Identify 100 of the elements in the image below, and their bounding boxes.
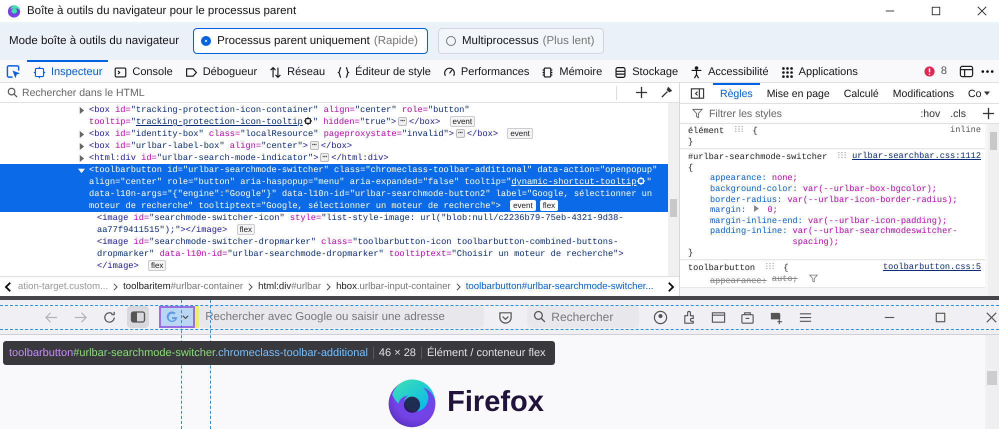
stylesheet-link[interactable]: urlbar-searchbar.css:1112 — [852, 151, 981, 162]
expand-content-button[interactable]: ⋯ — [310, 141, 319, 150]
property-value[interactable]: var(--urlbar-searchmodeswitcher-spacing); — [792, 226, 975, 248]
tooltip-link[interactable]: dynamic-shortcut-tooltip — [511, 177, 636, 187]
breadcrumb[interactable]: toolbaritem#urlbar-container — [123, 281, 244, 292]
property-name[interactable]: margin-inline-end: — [710, 216, 803, 226]
layout-icon[interactable] — [959, 64, 974, 78]
tooltip-link[interactable]: tracking-protection-icon-tooltip — [136, 117, 303, 127]
filter-icon[interactable] — [808, 274, 818, 283]
property-name[interactable]: appearance: — [710, 276, 767, 286]
toolbox-tab[interactable]: Accessibilité — [684, 60, 775, 82]
briefcase-icon[interactable] — [740, 310, 756, 324]
dropdown-arrow-icon[interactable] — [984, 90, 990, 96]
markup-node[interactable]: <box id="urlbar-label-box" align="center"> ⋯ </box> — [0, 140, 668, 152]
panel-toggle-icon[interactable] — [690, 86, 705, 100]
maximize-icon[interactable] — [933, 310, 948, 324]
rule-brace: { — [752, 126, 758, 136]
expand-arrow-icon[interactable] — [78, 131, 85, 138]
property-value[interactable]: none; — [772, 173, 798, 184]
property-value[interactable]: var(--urlbar-box-bgcolor); — [802, 184, 937, 195]
node-badge[interactable]: event — [507, 128, 533, 139]
sidebar-tab[interactable]: Mise en page — [760, 83, 837, 103]
filter-icon — [692, 108, 703, 119]
toolbox-tab[interactable]: Mémoire — [535, 60, 608, 82]
property-name[interactable]: background-color: — [710, 184, 798, 194]
mode-option[interactable]: Multiprocessus (Plus lent) — [438, 28, 604, 54]
toolbox-tab[interactable]: Applications — [774, 60, 864, 82]
property-value[interactable]: var(--urlbar-icon-border-radius); — [787, 194, 958, 206]
close-icon[interactable] — [977, 6, 987, 16]
error-icon[interactable] — [924, 66, 935, 76]
expand-content-button[interactable]: ⋯ — [398, 117, 408, 126]
scroll-right-icon[interactable] — [666, 280, 675, 292]
property-name[interactable]: border-radius: — [710, 194, 782, 205]
account-icon[interactable] — [653, 310, 668, 324]
sidebar-tab[interactable]: Modifications — [886, 83, 962, 103]
hover-state-button[interactable]: :hov — [918, 108, 942, 120]
expand-content-button[interactable]: ⋯ — [320, 153, 330, 162]
toolbox-tab[interactable]: Console — [108, 60, 179, 82]
error-count[interactable]: 8 — [940, 65, 947, 77]
breadcrumb[interactable]: html:div#urlbar — [258, 281, 322, 292]
collapse-arrow-icon[interactable] — [78, 167, 85, 174]
dots-grid-icon[interactable] — [838, 151, 846, 160]
expand-arrow-icon[interactable] — [78, 143, 85, 150]
dots-grid-icon[interactable] — [766, 262, 774, 270]
sidebar-tab[interactable]: Calculé — [836, 83, 886, 103]
property-name[interactable]: appearance: — [710, 173, 767, 184]
markup-node[interactable]: <html:div id="urlbar-search-mode-indicator"> ⋯ </html:div> — [0, 152, 668, 164]
stylesheet-link[interactable]: toolbarbutton.css:5 — [883, 262, 981, 273]
reload-icon[interactable] — [102, 310, 117, 324]
node-badge[interactable]: flex — [540, 200, 558, 211]
scrollbar[interactable] — [985, 335, 999, 429]
property-value[interactable]: 0; — [767, 205, 778, 216]
toolbox-tab[interactable]: Performances — [436, 60, 536, 82]
close-icon[interactable] — [984, 310, 999, 324]
node-badge[interactable]: flex — [148, 260, 166, 271]
add-rule-icon[interactable] — [982, 107, 995, 120]
toolbox-tab[interactable]: Inspecteur — [27, 60, 108, 82]
maximize-icon[interactable] — [931, 6, 941, 16]
toolbox-tab[interactable]: Stockage — [608, 60, 684, 82]
node-badge[interactable]: flex — [236, 224, 256, 235]
dots-grid-icon — [780, 66, 794, 78]
search-field[interactable]: Rechercher — [527, 306, 640, 328]
scroll-left-icon[interactable] — [4, 280, 13, 292]
target-icon[interactable] — [304, 117, 312, 125]
mode-option[interactable]: Processus parent uniquement (Rapide) — [193, 28, 428, 54]
element-picker-icon[interactable] — [6, 64, 21, 78]
expand-arrow-icon[interactable] — [78, 155, 85, 162]
toolbox-tab[interactable]: Éditeur de style — [331, 60, 437, 82]
sidebar-tab[interactable]: Co — [961, 83, 988, 103]
chevron-icon — [113, 282, 118, 290]
dots-grid-icon[interactable] — [735, 125, 744, 133]
toolbox-tab[interactable]: Débogueur — [178, 60, 264, 82]
node-badge[interactable]: event — [510, 200, 536, 211]
add-icon[interactable] — [635, 86, 648, 99]
eyedropper-icon[interactable] — [660, 86, 673, 99]
url-field[interactable]: Rechercher avec Google ou saisir une adresse — [199, 306, 484, 328]
html-code: <image id="searchmode-switcher-icon" style="list-style-image: url("blob:null/c2236b79-75eb-4321-9d38-aa77f9411515");"></image> flex — [97, 212, 625, 236]
markup-node[interactable]: <image id="searchmode-switcher-icon" style="list-style-image: url("blob:null/c2236b79-75eb-4321-9d38-aa77f9411515");"></image> flex — [0, 212, 668, 236]
expand-arrow-icon[interactable] — [754, 205, 760, 212]
breadcrumb[interactable]: hbox.urlbar-input-container — [336, 281, 451, 292]
property-value[interactable]: auto; — [772, 274, 798, 284]
toolbox-tab[interactable]: Réseau — [263, 60, 332, 82]
window-title: Boîte à outils du navigateur pour le processus parent — [27, 5, 296, 17]
window-icon[interactable] — [711, 310, 726, 324]
node-badge[interactable]: event — [450, 116, 476, 127]
scrollbar[interactable] — [988, 124, 999, 296]
expand-arrow-icon[interactable] — [78, 107, 85, 114]
search-field[interactable]: Rechercher dans le HTML — [22, 86, 606, 98]
filter-field[interactable]: Filtrer les styles — [709, 108, 912, 120]
property-name[interactable]: padding-inline: — [710, 226, 788, 236]
pocket-icon[interactable] — [498, 310, 514, 324]
expand-content-button[interactable]: ⋯ — [456, 129, 465, 138]
sidebar-button[interactable] — [127, 306, 150, 328]
gauge-icon — [442, 66, 456, 78]
property-name[interactable]: margin: — [710, 205, 746, 216]
property-value[interactable]: var(--urlbar-icon-padding); — [808, 216, 948, 226]
sidebar-tab[interactable]: Règles — [713, 83, 760, 103]
scrollbar[interactable] — [668, 103, 679, 276]
breadcrumb[interactable]: toolbarbutton#urlbar-searchmode-switcher... — [466, 281, 654, 292]
classes-button[interactable]: .cls — [948, 108, 968, 120]
